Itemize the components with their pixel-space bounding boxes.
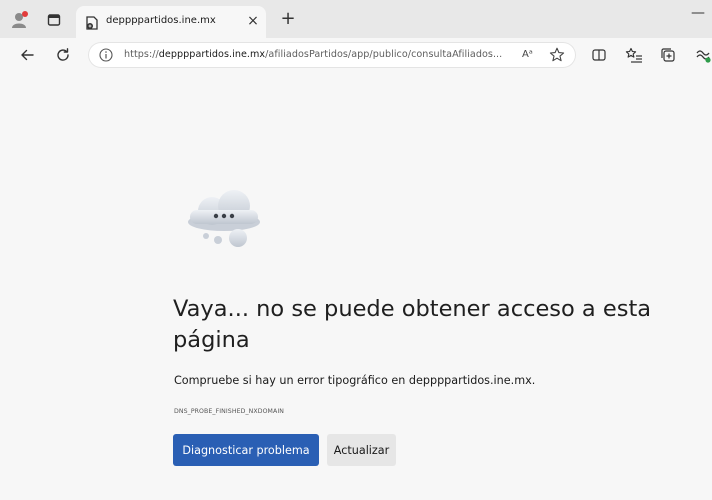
minimize-icon[interactable]: — (690, 6, 706, 22)
active-tab[interactable]: deppppartidos.ine.mx × (76, 6, 266, 38)
extensions-icon[interactable] (694, 46, 712, 64)
read-aloud-icon[interactable]: Aᵃ (522, 47, 538, 63)
back-arrow-icon[interactable] (16, 44, 38, 66)
split-screen-icon[interactable] (590, 46, 608, 64)
page-title: Vaya... no se puede obtener acceso a est… (173, 296, 652, 353)
new-tab-button[interactable]: + (278, 10, 298, 30)
address-bar[interactable]: https://deppppartidos.ine.mx/afiliadosPa… (88, 42, 576, 68)
page-content: Vaya... no se puede obtener acceso a est… (0, 72, 712, 500)
refresh-button[interactable]: Actualizar (327, 434, 396, 466)
url-host: deppppartidos.ine.mx (158, 49, 266, 60)
profile-avatar-icon[interactable] (10, 10, 30, 30)
refresh-icon[interactable] (52, 44, 74, 66)
cloud-error-icon (188, 190, 260, 247)
tab-title: deppppartidos.ine.mx (106, 15, 216, 26)
diagnose-button[interactable]: Diagnosticar problema (173, 434, 319, 466)
close-tab-icon[interactable]: × (244, 12, 262, 30)
collections-icon[interactable] (659, 46, 677, 64)
browser-titlebar: deppppartidos.ine.mx × + — (0, 0, 712, 38)
tab-actions-icon[interactable] (44, 10, 64, 30)
favorites-list-icon[interactable] (625, 46, 643, 64)
url-scheme: https:// (124, 49, 159, 60)
url-path: /afiliadosPartidos/app/publico/consultaA… (265, 49, 503, 60)
error-code: DNS_PROBE_FINISHED_NXDOMAIN (174, 408, 284, 415)
error-suggestion: Compruebe si hay un error tipográfico en… (174, 374, 536, 387)
browser-toolbar: https://deppppartidos.ine.mx/afiliadosPa… (0, 38, 712, 72)
site-favicon-icon (84, 15, 100, 31)
info-icon[interactable] (98, 47, 114, 63)
star-icon[interactable] (548, 46, 566, 64)
url-text[interactable]: https://deppppartidos.ine.mx/afiliadosPa… (124, 49, 502, 60)
